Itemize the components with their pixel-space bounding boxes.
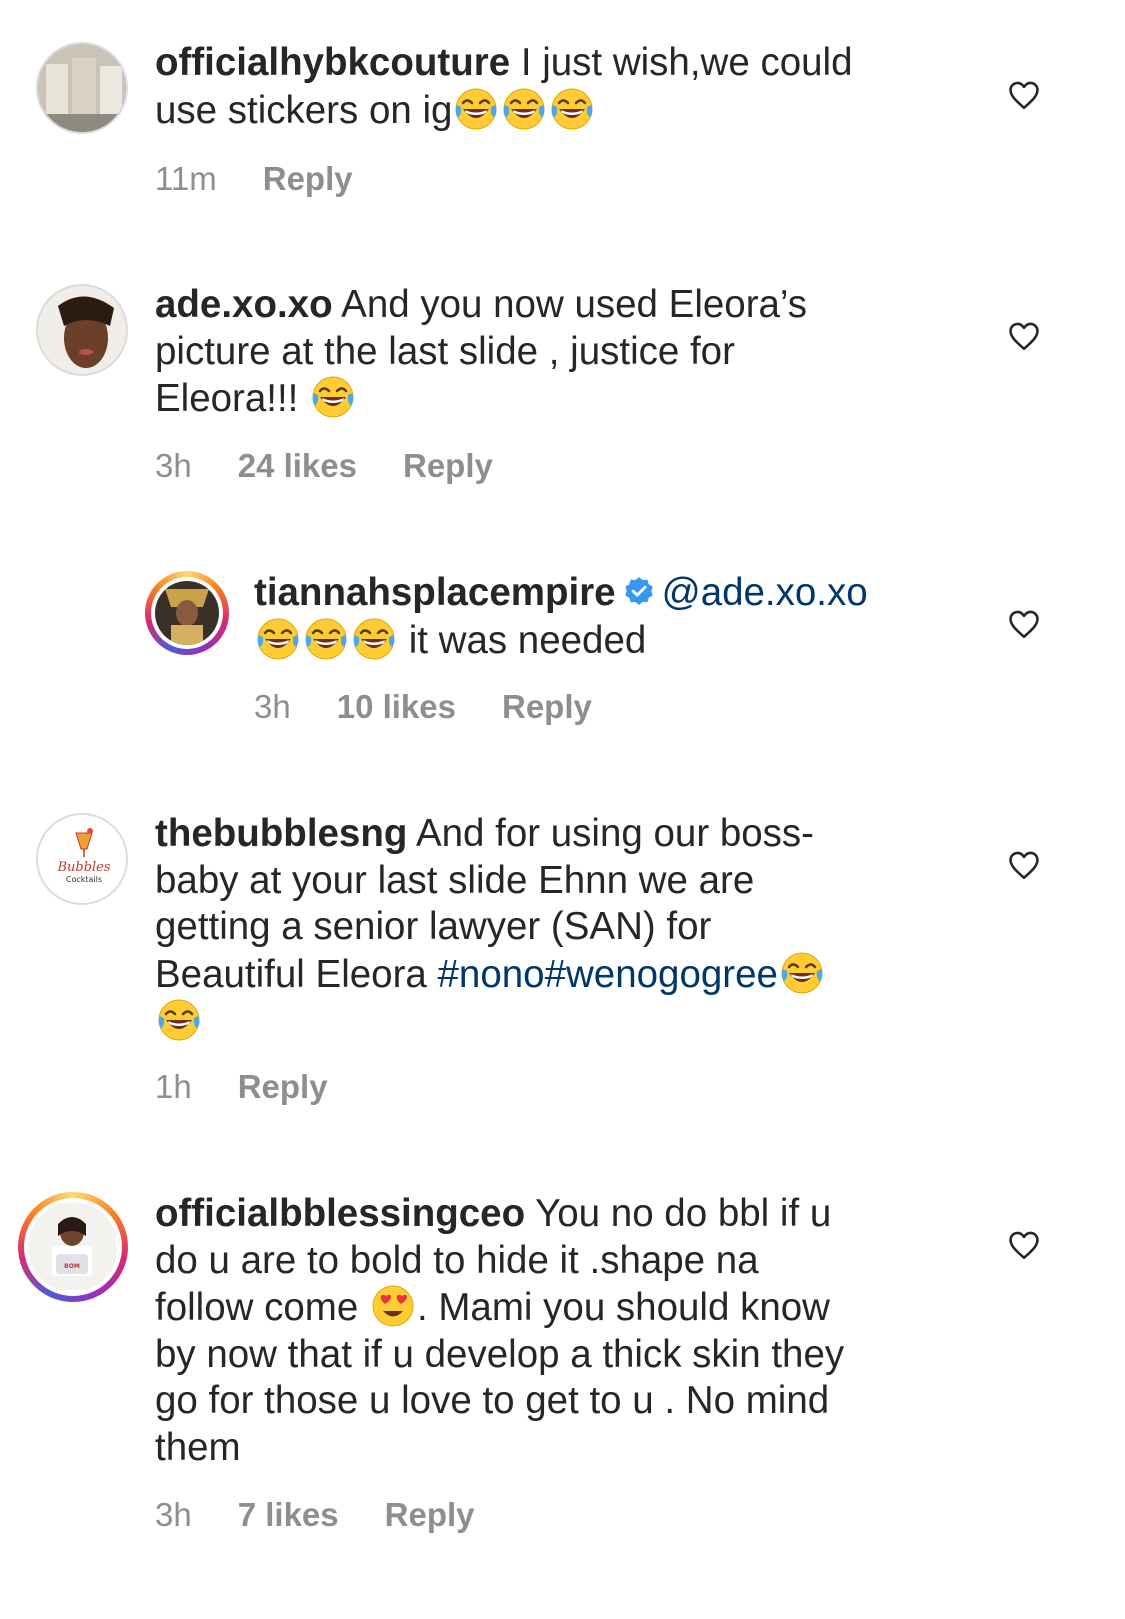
comment-text: officialhybkcouture I just wish,we could… (155, 41, 853, 132)
username[interactable]: officialbblessingceo (155, 1192, 525, 1235)
heart-outline-icon[interactable] (1007, 848, 1041, 882)
tears-of-joy-emoji (352, 617, 396, 661)
tears-of-joy-emoji (550, 87, 594, 131)
avatar-image (38, 44, 126, 132)
tears-of-joy-emoji (780, 951, 824, 995)
verified-badge-icon (624, 577, 653, 605)
likes-count[interactable]: 24 likes (238, 447, 357, 485)
svg-text:Cocktails: Cocktails (66, 875, 102, 884)
mention-link[interactable]: @ade.xo.xo (662, 571, 868, 614)
comment-text: ade.xo.xo And you now used Eleora’s pict… (155, 283, 808, 420)
heart-outline-icon[interactable] (1007, 1228, 1041, 1262)
tears-of-joy-emoji (454, 87, 498, 131)
tears-of-joy-emoji (157, 998, 201, 1042)
reply-button[interactable]: Reply (403, 447, 493, 485)
avatar-image: Bubbles Cocktails (38, 815, 126, 903)
timestamp[interactable]: 11m (155, 160, 217, 198)
reply-button[interactable]: Reply (385, 1496, 475, 1534)
username[interactable]: thebubblesng (155, 812, 407, 855)
reply-button[interactable]: Reply (502, 688, 592, 726)
heart-eyes-emoji (371, 1284, 415, 1328)
comment-meta: 3h 10 likes Reply (254, 688, 638, 726)
avatar[interactable]: Bubbles Cocktails (36, 813, 128, 905)
timestamp[interactable]: 3h (155, 447, 192, 485)
avatar-image (155, 581, 219, 645)
avatar-image: BOM (28, 1202, 116, 1290)
username[interactable]: ade.xo.xo (155, 283, 333, 326)
timestamp[interactable]: 1h (155, 1068, 192, 1106)
avatar-story-ring[interactable]: BOM (18, 1192, 128, 1302)
comment-meta: 11m Reply (155, 160, 399, 198)
timestamp[interactable]: 3h (155, 1496, 192, 1534)
comment-text: tiannahsplacempire @ade.xo.xo it was need… (254, 571, 868, 662)
heart-outline-icon[interactable] (1007, 78, 1041, 112)
tears-of-joy-emoji (256, 617, 300, 661)
svg-text:Bubbles: Bubbles (56, 860, 110, 875)
heart-outline-icon[interactable] (1007, 607, 1041, 641)
username[interactable]: officialhybkcouture (155, 41, 510, 84)
avatar[interactable] (36, 284, 128, 376)
timestamp[interactable]: 3h (254, 688, 291, 726)
avatar[interactable] (36, 42, 128, 134)
reply-button[interactable]: Reply (238, 1068, 328, 1106)
avatar-image (38, 286, 126, 374)
comment-meta: 1h Reply (155, 1068, 374, 1106)
svg-text:BOM: BOM (64, 1263, 80, 1270)
comment-meta: 3h 7 likes Reply (155, 1496, 521, 1534)
tears-of-joy-emoji (502, 87, 546, 131)
avatar-story-ring[interactable] (145, 571, 229, 655)
tears-of-joy-emoji (304, 617, 348, 661)
tears-of-joy-emoji (311, 375, 355, 419)
username[interactable]: tiannahsplacempire (254, 571, 616, 614)
likes-count[interactable]: 7 likes (238, 1496, 339, 1534)
heart-outline-icon[interactable] (1007, 319, 1041, 353)
likes-count[interactable]: 10 likes (337, 688, 456, 726)
reply-button[interactable]: Reply (263, 160, 353, 198)
comment-text: thebubblesng And for using our boss- bab… (155, 811, 826, 1046)
comment-text: officialbblessingceo You no do bbl if u … (155, 1192, 845, 1469)
hashtag-link[interactable]: #nono#wenogogree (438, 953, 778, 996)
comment-meta: 3h 24 likes Reply (155, 447, 539, 485)
